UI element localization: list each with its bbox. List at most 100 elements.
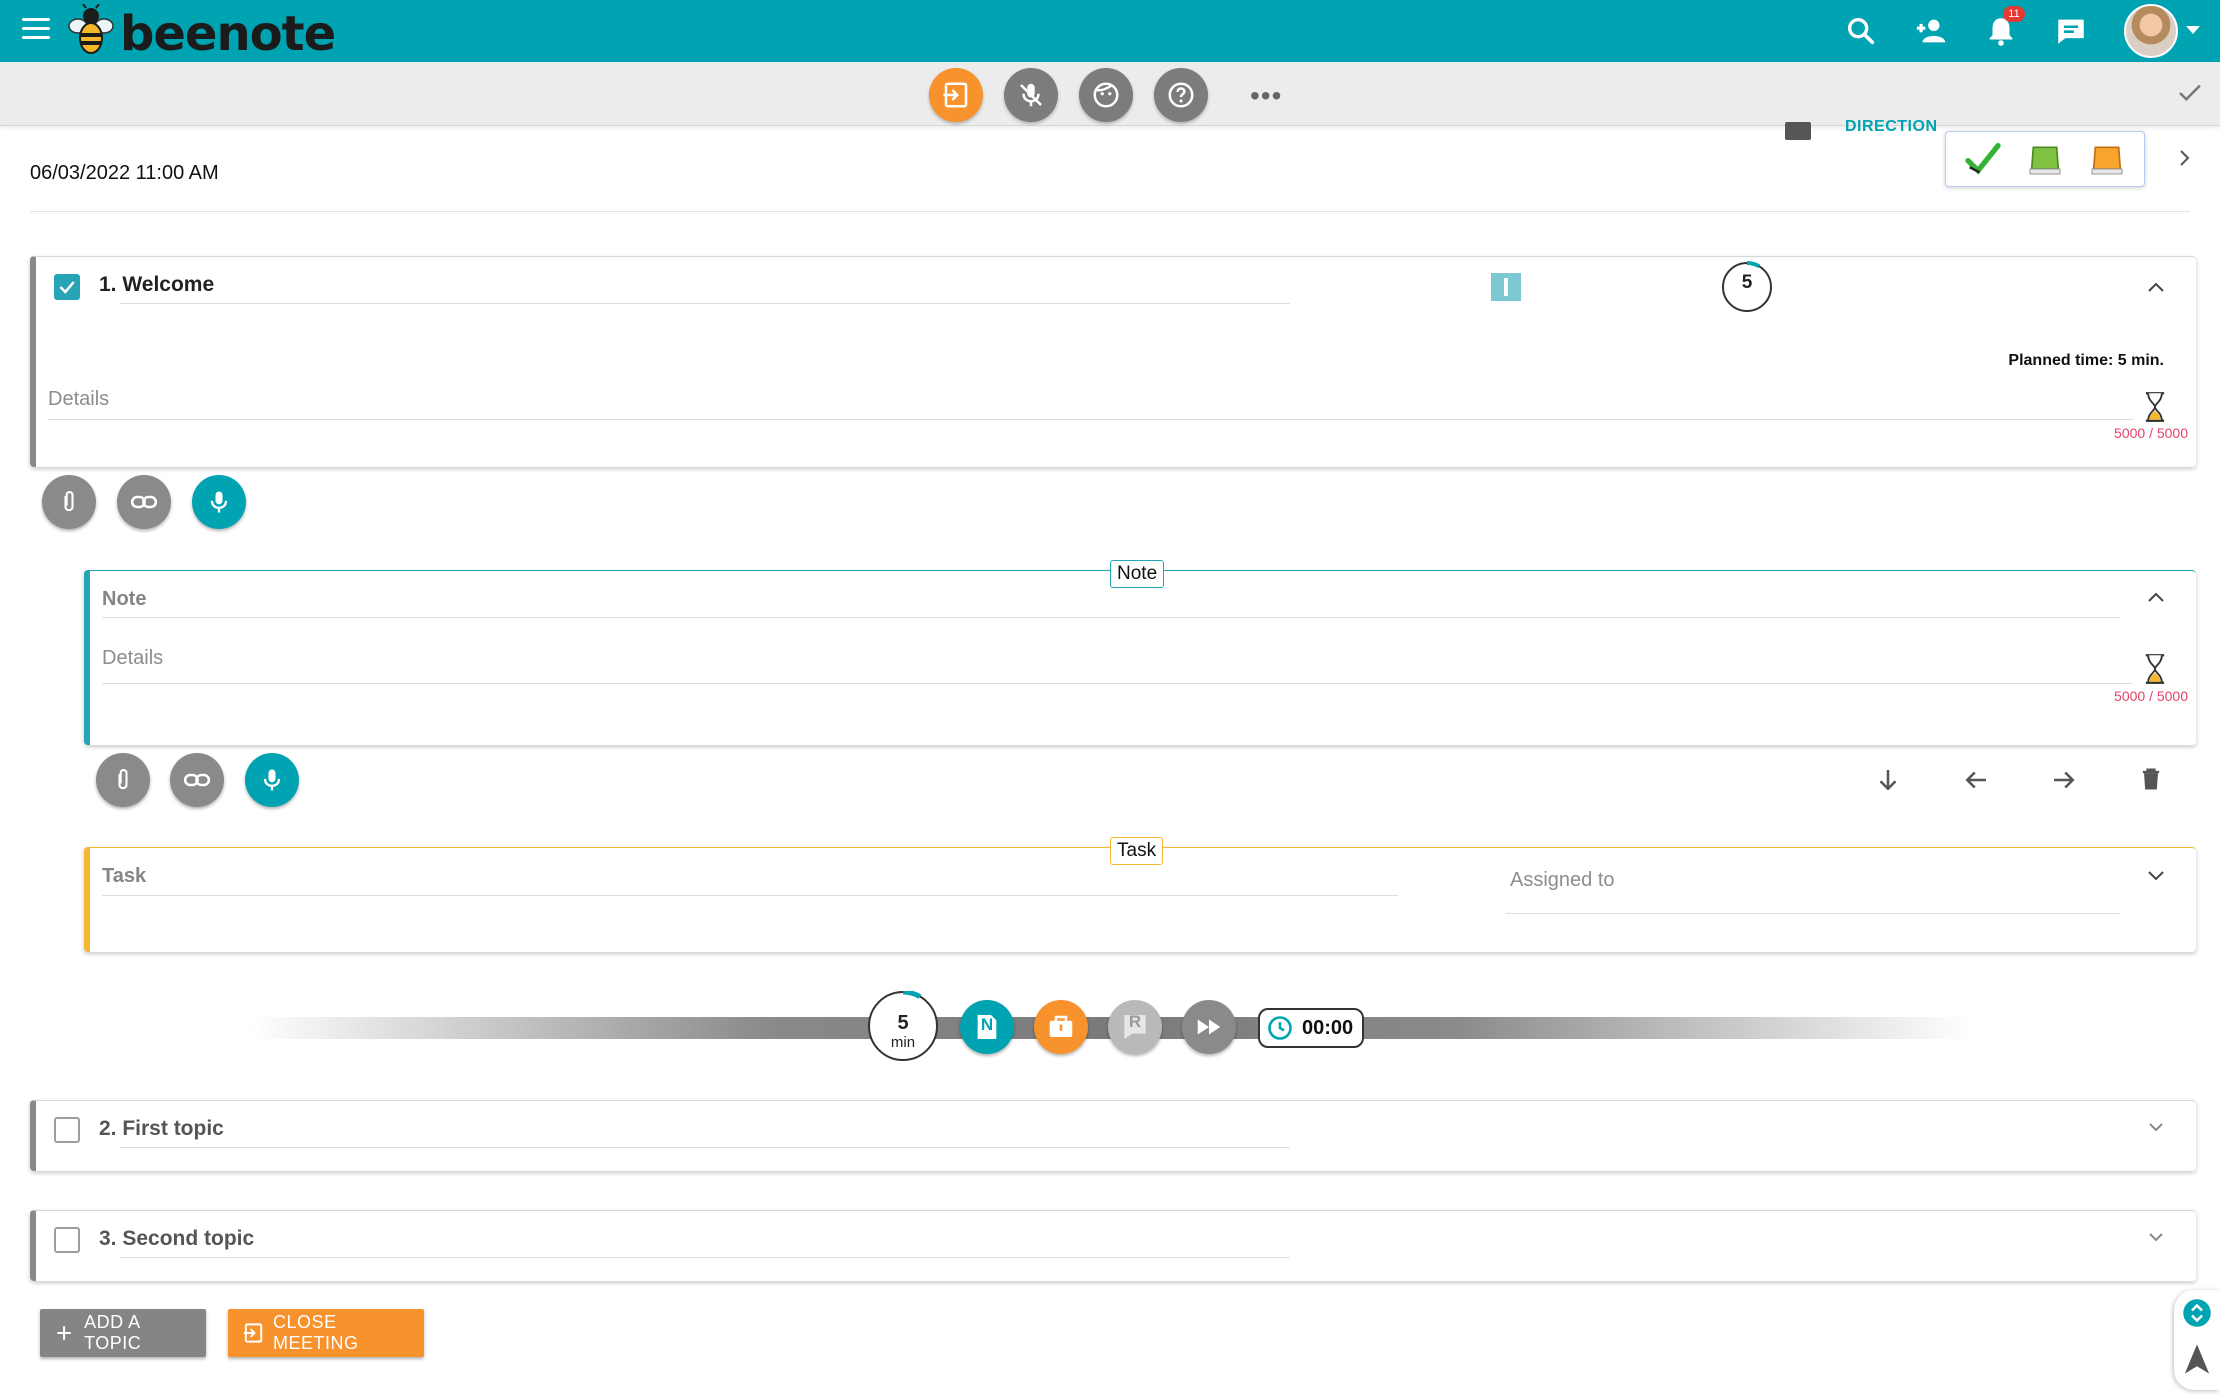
note-title-underline [102, 617, 2120, 618]
note-timer-hourglass-icon[interactable] [2141, 653, 2169, 690]
link-icon [130, 495, 158, 509]
plus-icon [57, 1326, 71, 1340]
topic-1-details-input[interactable]: Details [48, 388, 109, 411]
move-down-arrow-icon[interactable] [1873, 765, 1903, 800]
note-details-underline [102, 683, 2132, 684]
topic-1-collapse-chevron-up-icon[interactable] [2144, 276, 2168, 305]
topic-1-planned-time: Planned time: 5 min. [2008, 352, 2164, 369]
exit-icon [943, 82, 968, 108]
task-assigned-underline [1506, 913, 2120, 914]
mic-off-icon [1020, 83, 1042, 107]
mute-microphone-button[interactable] [1004, 68, 1058, 122]
topic-card-welcome [30, 256, 2196, 467]
add-topic-button[interactable]: ADD A TOPIC [40, 1309, 206, 1357]
add-resolution-button[interactable]: R [1108, 1000, 1162, 1054]
topic-2-expand-chevron-down-icon[interactable] [2144, 1115, 2168, 1144]
topic-card-first-topic [30, 1100, 2196, 1171]
add-topic-label: ADD A TOPIC [84, 1312, 142, 1353]
topic-minutes-unit: min [890, 1034, 916, 1051]
topic-1-char-counter: 5000 / 5000 [2114, 425, 2188, 441]
navigate-up-arrow-icon[interactable] [2182, 1342, 2212, 1376]
paperclip-icon [64, 491, 74, 512]
help-icon [1168, 82, 1194, 108]
direction-label[interactable]: DIRECTION [1845, 118, 1938, 136]
move-right-arrow-icon[interactable] [2049, 765, 2079, 800]
topic-1-link-button[interactable] [117, 475, 171, 529]
hamburger-menu-icon[interactable] [22, 18, 50, 42]
topic-2-checkbox[interactable] [54, 1117, 80, 1143]
topic-3-checkbox[interactable] [54, 1227, 80, 1253]
help-button[interactable] [1154, 68, 1208, 122]
close-meeting-label: CLOSE MEETING [273, 1312, 359, 1353]
elapsed-timer[interactable]: 00:00 [1258, 1008, 1364, 1048]
topic-marker-icon[interactable] [1491, 273, 1521, 301]
topic-2-title-underline [120, 1147, 1290, 1148]
delete-trash-icon[interactable] [2137, 764, 2165, 799]
topic-card-second-topic [30, 1210, 2196, 1281]
chat-icon[interactable] [2054, 14, 2088, 48]
close-meeting-button[interactable]: CLOSE MEETING [228, 1309, 424, 1357]
app-logo[interactable]: beenote [68, 2, 336, 62]
paperclip-icon [118, 769, 128, 790]
resolution-button-letter: R [1128, 1012, 1142, 1031]
note-button-letter: N [980, 1015, 994, 1034]
note-title-input[interactable]: Note [102, 588, 146, 611]
confirm-check-icon[interactable] [2175, 78, 2205, 113]
check-icon [59, 281, 75, 294]
add-note-button[interactable]: N [960, 1000, 1014, 1054]
scroll-navigation-widget [2174, 1290, 2220, 1390]
note-link-button[interactable] [170, 753, 224, 807]
avatar-dropdown-caret-icon[interactable] [2186, 26, 2200, 34]
note-details-input[interactable]: Details [102, 647, 163, 670]
orange-book-icon[interactable] [2087, 139, 2127, 179]
add-task-button[interactable] [1034, 1000, 1088, 1054]
note-tag: Note [1110, 560, 1165, 588]
note-attach-button[interactable] [96, 753, 150, 807]
topic-1-title[interactable]: 1. Welcome [99, 273, 214, 297]
meeting-datetime: 06/03/2022 11:00 AM [30, 162, 219, 184]
topic-1-title-underline [120, 303, 1290, 304]
elapsed-timer-value: 00:00 [1302, 1016, 1354, 1039]
task-assigned-to-input[interactable]: Assigned to [1510, 869, 1615, 892]
fast-forward-icon [1197, 1019, 1221, 1035]
topic-1-checkbox[interactable] [54, 274, 80, 300]
move-left-arrow-icon[interactable] [1961, 765, 1991, 800]
topic-3-title[interactable]: 3. Second topic [99, 1227, 254, 1251]
task-title-underline [102, 895, 1398, 896]
add-participant-icon[interactable] [1914, 14, 1948, 48]
header-divider [30, 211, 2190, 212]
status-icons-panel [1945, 131, 2145, 187]
task-tag: Task [1110, 837, 1164, 865]
task-briefcase-icon [1049, 1015, 1073, 1037]
user-avatar[interactable] [2124, 4, 2178, 58]
bee-icon [68, 4, 114, 54]
task-expand-chevron-down-icon[interactable] [2144, 863, 2168, 892]
topic-3-title-underline [120, 1257, 1290, 1258]
direction-marker [1785, 122, 1811, 140]
topic-1-timer-hourglass-icon[interactable] [2141, 391, 2169, 428]
app-logo-text: beenote [120, 6, 336, 62]
topic-1-attach-button[interactable] [42, 475, 96, 529]
next-topic-fast-forward-button[interactable] [1182, 1000, 1236, 1054]
task-title-input[interactable]: Task [102, 865, 146, 888]
note-char-counter: 5000 / 5000 [2114, 688, 2188, 704]
more-options-icon[interactable]: ••• [1250, 80, 1282, 112]
scroll-toggle-icon[interactable] [2182, 1298, 2212, 1328]
participant-view-button[interactable] [1079, 68, 1133, 122]
topic-3-expand-chevron-down-icon[interactable] [2144, 1225, 2168, 1254]
topic-1-duration: 5 [1741, 272, 1753, 293]
chevron-right-icon[interactable] [2172, 146, 2196, 175]
green-check-icon[interactable] [1963, 139, 2003, 179]
note-collapse-chevron-up-icon[interactable] [2144, 586, 2168, 615]
link-icon [183, 773, 211, 787]
topic-2-title[interactable]: 2. First topic [99, 1117, 224, 1141]
microphone-icon [263, 769, 281, 791]
search-icon[interactable] [1844, 14, 1878, 48]
face-icon [1093, 82, 1119, 108]
exit-meeting-button[interactable] [929, 68, 983, 122]
topic-1-voice-button[interactable] [192, 475, 246, 529]
note-voice-button[interactable] [245, 753, 299, 807]
green-book-icon[interactable] [2025, 139, 2065, 179]
clock-icon [1268, 1016, 1292, 1040]
topic-1-details-underline [48, 419, 2133, 420]
